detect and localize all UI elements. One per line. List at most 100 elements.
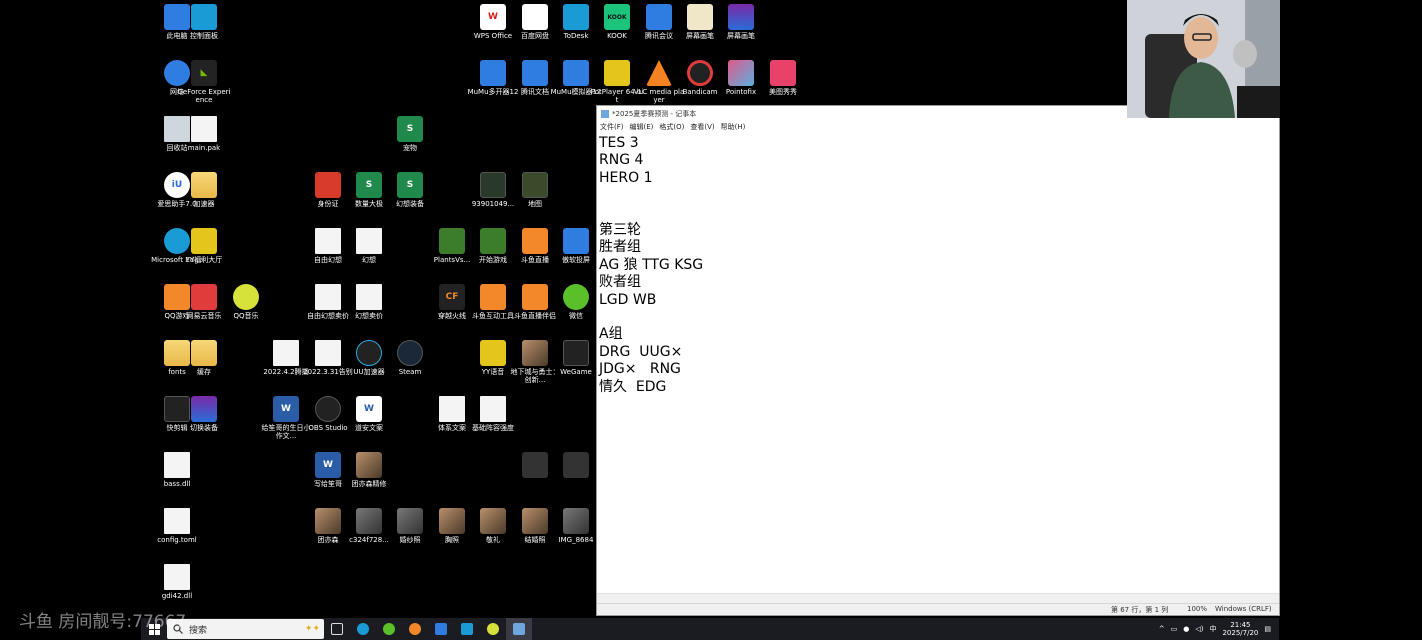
excel-icon: S [397,172,423,198]
desktop-icon-fantasy-equip[interactable]: S 幻想装备 [383,172,437,208]
screen-draw-icon [687,4,713,30]
aoruan-icon [563,228,589,254]
desktop-icon-img-b[interactable] [549,452,603,480]
menu-file[interactable]: 文件(F) [600,122,624,132]
photos-icon [435,623,447,635]
desktop-icon-img-8684[interactable]: IMG_8684 [549,508,603,544]
task-view-icon [331,623,343,635]
search-highlight-icon: ✦✦ [304,624,320,634]
crossfire-icon: CF [439,284,465,310]
image-thumbnail-icon [439,508,465,534]
image-thumbnail-icon [480,172,506,198]
taskbar-app-todesk[interactable] [454,618,480,640]
meitu-icon [770,60,796,86]
desktop-icon-meitu[interactable]: 美图秀秀 [756,60,810,96]
winrar-icon [728,4,754,30]
notepad-title: *2025夏季赛预测 - 记事本 [612,109,697,118]
wechat-icon [383,623,395,635]
desktop-icon-switch-equip[interactable]: 切换装备 [177,396,231,432]
desktop-icon-team-yearbook[interactable]: 团亦森精修 [342,452,396,488]
wechat-icon [563,284,589,310]
taskbar-wechat[interactable] [376,618,402,640]
streamer-webcam-feed [1127,0,1280,118]
tencent-meeting-icon [646,4,672,30]
desktop-icon-gdi42[interactable]: gdi42.dll [150,564,204,600]
image-thumbnail-icon [522,452,548,478]
taskbar-douyu[interactable] [402,618,428,640]
desktop-icon-config-toml[interactable]: config.toml [150,508,204,544]
desktop-icon-map[interactable]: 地图 [508,172,562,208]
taskbar-notepad-active[interactable] [506,618,532,640]
desktop-icon-fantasy-sell[interactable]: 幻想卖价 [342,284,396,320]
line-ending-encoding: Windows (CRLF) [1215,605,1272,613]
search-placeholder: 搜索 [189,625,208,636]
tray-chevron-up-icon[interactable]: ^ [1159,625,1165,633]
taskbar-clock[interactable]: 21:45 2025/7/20 [1222,621,1258,637]
tray-network-icon[interactable]: ▭ [1171,625,1178,633]
taskbar-edge[interactable] [350,618,376,640]
menu-help[interactable]: 帮助(H) [721,122,746,132]
tray-mic-icon[interactable]: ● [1183,625,1189,633]
baidu-pan-icon [522,4,548,30]
desktop-icon-farewell-doc[interactable]: W 道安文案 [342,396,396,432]
folder-icon [191,340,217,366]
douyu-icon [522,228,548,254]
word-doc-icon: W [315,452,341,478]
taskbar-search-box[interactable]: 搜索 ✦✦ [167,619,324,639]
menu-view[interactable]: 查看(V) [690,122,714,132]
desktop-icon-wegame[interactable]: WeGame [549,340,603,376]
desktop-icon-bass-dll[interactable]: bass.dll [150,452,204,488]
taskbar: 搜索 ✦✦ ^ ▭ ● ◁) 中 21:45 2025/7/20 ▤ [141,618,1279,640]
tray-ime-indicator[interactable]: 中 [1209,624,1216,634]
menu-format[interactable]: 格式(O) [659,122,684,132]
notepad-text-area[interactable]: TES 3 RNG 4 HERO 1 第三轮 胜者组 AG 狼 TTG KSG … [599,135,1279,593]
steam-icon [397,340,423,366]
menu-edit[interactable]: 编辑(E) [630,122,654,132]
taskbar-app-photos[interactable] [428,618,454,640]
horizontal-scrollbar[interactable] [597,593,1279,603]
desktop-icon-yy-welfare[interactable]: YY福利大厅 [177,228,231,264]
control-panel-icon [191,4,217,30]
desktop-icon-fantasy[interactable]: 幻想 [342,228,396,264]
file-icon [315,228,341,254]
douyu-icon [409,623,421,635]
webcam-overlay [1127,0,1280,118]
desktop-icon-base-lineup[interactable]: 基础阵容强度 [466,396,520,432]
stream-watermark: 斗鱼 房间靓号:77667 [19,612,187,632]
desktop-icon-pet[interactable]: S 宠物 [383,116,437,152]
tencent-doc-icon [522,60,548,86]
tray-volume-icon[interactable]: ◁) [1195,625,1203,633]
desktop-icon-steam[interactable]: Steam [383,340,437,376]
winrar-icon [191,396,217,422]
desktop-icon-main-pak[interactable]: main.pak [177,116,231,152]
notepad-statusbar: 第 67 行，第 1 列 100% Windows (CRLF) [597,603,1279,615]
pdf-icon [315,172,341,198]
dll-file-icon [164,564,190,590]
netease-music-icon [191,284,217,310]
desktop-icon-accel[interactable]: 加速器 [177,172,231,208]
file-icon [439,396,465,422]
desktop-icon-aoruan[interactable]: 傲软投屏 [549,228,603,264]
task-view-button[interactable] [324,618,350,640]
mumu-icon [563,60,589,86]
taskbar-app-yy[interactable] [480,618,506,640]
excel-icon: S [356,172,382,198]
word-doc-icon: W [273,396,299,422]
image-thumbnail-icon [480,508,506,534]
notification-icon[interactable]: ▤ [1264,625,1271,633]
desktop-icon-qq-music[interactable]: QQ音乐 [219,284,273,320]
desktop-icon-cache[interactable]: 缓存 [177,340,231,376]
wps-icon: W [480,4,506,30]
kook-icon: KOOK [604,4,630,30]
desktop-icon-control-panel[interactable]: 控制面板 [177,4,231,40]
desktop-icon-wechat[interactable]: 微信 [549,284,603,320]
plants-vs-zombies-icon [439,228,465,254]
notepad-window[interactable]: *2025夏季赛预测 - 记事本 文件(F) 编辑(E) 格式(O) 查看(V)… [596,105,1280,616]
notepad-app-icon [601,109,609,118]
nvidia-icon: ◣ [191,60,217,86]
desktop-icon-screen-draw2[interactable]: 屏幕画笔 [714,4,768,40]
excel-icon: S [397,116,423,142]
desktop-icon-geforce[interactable]: ◣ GeForce Experience [177,60,231,104]
file-icon [480,396,506,422]
file-icon [273,340,299,366]
